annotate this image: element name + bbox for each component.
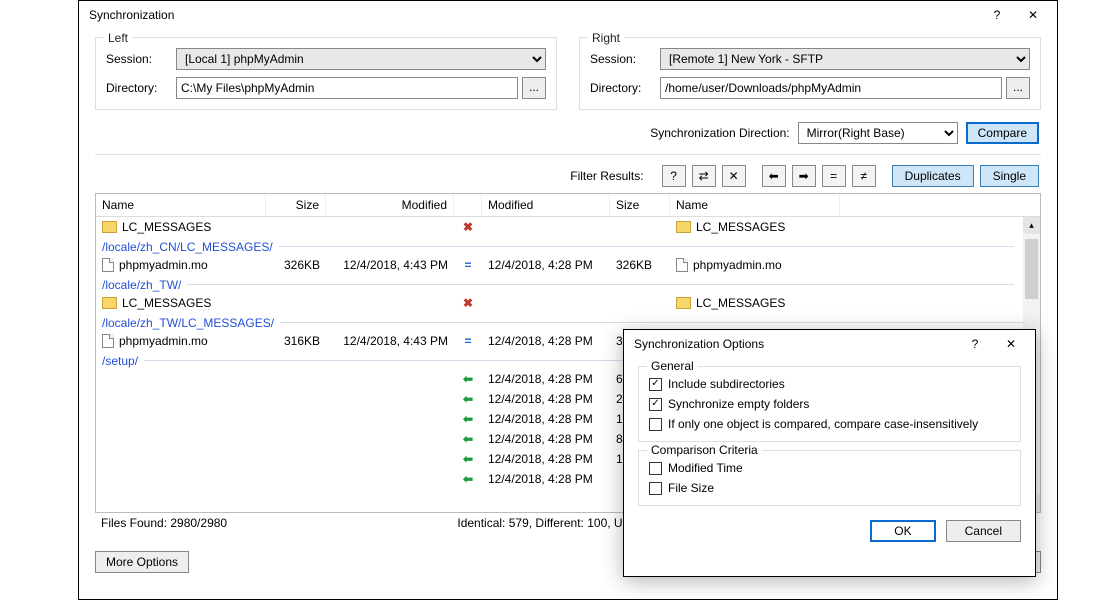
case-insensitive-label: If only one object is compared, compare … bbox=[668, 417, 978, 431]
file-icon bbox=[102, 258, 114, 272]
sync-direction-select[interactable]: Mirror(Right Base) bbox=[798, 122, 958, 144]
left-pane: Left Session: [Local 1] phpMyAdmin Direc… bbox=[95, 37, 557, 110]
case-insensitive-checkbox[interactable] bbox=[649, 418, 662, 431]
right-session-label: Session: bbox=[590, 52, 660, 66]
more-options-button[interactable]: More Options bbox=[95, 551, 189, 573]
sync-empty-checkbox[interactable]: ✓ bbox=[649, 398, 662, 411]
modified-time-label: Modified Time bbox=[668, 461, 743, 475]
result-row[interactable]: LC_MESSAGES✖LC_MESSAGES bbox=[96, 217, 1040, 237]
sync-empty-label: Synchronize empty folders bbox=[668, 397, 809, 411]
compare-button[interactable]: Compare bbox=[966, 122, 1039, 144]
action-icon: = bbox=[454, 258, 482, 272]
options-close-button[interactable]: ✕ bbox=[993, 330, 1029, 358]
separator bbox=[95, 154, 1041, 155]
right-session-select[interactable]: [Remote 1] New York - SFTP bbox=[660, 48, 1030, 70]
filter-left-icon[interactable]: ⬅ bbox=[762, 165, 786, 187]
action-icon: ✖ bbox=[454, 296, 482, 310]
right-directory-input[interactable] bbox=[660, 77, 1002, 99]
options-help-button[interactable]: ? bbox=[957, 330, 993, 358]
action-icon: ⬅ bbox=[454, 472, 482, 486]
action-icon: ⬅ bbox=[454, 452, 482, 466]
case-insensitive-row[interactable]: If only one object is compared, compare … bbox=[649, 417, 1010, 431]
left-session-select[interactable]: [Local 1] phpMyAdmin bbox=[176, 48, 546, 70]
general-legend: General bbox=[647, 359, 698, 373]
action-icon: ⬅ bbox=[454, 372, 482, 386]
dialog-title: Synchronization bbox=[85, 8, 979, 22]
col-modified-right[interactable]: Modified bbox=[482, 194, 610, 216]
col-action bbox=[454, 194, 482, 216]
action-icon: = bbox=[454, 334, 482, 348]
include-subdirs-row[interactable]: ✓ Include subdirectories bbox=[649, 377, 1010, 391]
filter-right-icon[interactable]: ➡ bbox=[792, 165, 816, 187]
action-icon: ✖ bbox=[454, 220, 482, 234]
folder-icon bbox=[102, 221, 117, 233]
close-button[interactable]: ✕ bbox=[1015, 1, 1051, 29]
right-legend: Right bbox=[588, 31, 624, 45]
filter-clear-icon[interactable]: ✕ bbox=[722, 165, 746, 187]
general-fieldset: General ✓ Include subdirectories ✓ Synch… bbox=[638, 366, 1021, 442]
action-icon: ⬅ bbox=[454, 412, 482, 426]
path-row[interactable]: /locale/zh_TW/˄ bbox=[96, 275, 1040, 293]
col-name-right[interactable]: Name bbox=[670, 194, 840, 216]
duplicates-toggle[interactable]: Duplicates bbox=[892, 165, 974, 187]
right-pane: Right Session: [Remote 1] New York - SFT… bbox=[579, 37, 1041, 110]
left-directory-label: Directory: bbox=[106, 81, 176, 95]
single-toggle[interactable]: Single bbox=[980, 165, 1039, 187]
filter-swap-icon[interactable]: ⇄ bbox=[692, 165, 716, 187]
sync-direction-row: Synchronization Direction: Mirror(Right … bbox=[95, 122, 1041, 144]
folder-icon bbox=[102, 297, 117, 309]
criteria-legend: Comparison Criteria bbox=[647, 443, 762, 457]
help-button[interactable]: ? bbox=[979, 1, 1015, 29]
scroll-thumb[interactable] bbox=[1025, 239, 1038, 299]
sync-empty-row[interactable]: ✓ Synchronize empty folders bbox=[649, 397, 1010, 411]
criteria-fieldset: Comparison Criteria Modified Time File S… bbox=[638, 450, 1021, 506]
left-browse-button[interactable]: ... bbox=[522, 77, 546, 99]
scroll-up-icon[interactable]: ▴ bbox=[1023, 217, 1040, 234]
ok-button[interactable]: OK bbox=[870, 520, 935, 542]
modified-time-row[interactable]: Modified Time bbox=[649, 461, 1010, 475]
col-size-right[interactable]: Size bbox=[610, 194, 670, 216]
include-subdirs-checkbox[interactable]: ✓ bbox=[649, 378, 662, 391]
folder-icon bbox=[676, 297, 691, 309]
left-directory-input[interactable] bbox=[176, 77, 518, 99]
folder-icon bbox=[676, 221, 691, 233]
right-directory-label: Directory: bbox=[590, 81, 660, 95]
column-headers: Name Size Modified Modified Size Name bbox=[96, 194, 1040, 217]
right-browse-button[interactable]: ... bbox=[1006, 77, 1030, 99]
cancel-button[interactable]: Cancel bbox=[946, 520, 1021, 542]
left-legend: Left bbox=[104, 31, 132, 45]
include-subdirs-label: Include subdirectories bbox=[668, 377, 785, 391]
filter-row: Filter Results: ? ⇄ ✕ ⬅ ➡ = ≠ Duplicates… bbox=[95, 165, 1041, 187]
options-title: Synchronization Options bbox=[630, 337, 957, 351]
file-icon bbox=[102, 334, 114, 348]
filter-label: Filter Results: bbox=[570, 169, 643, 183]
file-size-checkbox[interactable] bbox=[649, 482, 662, 495]
col-modified-left[interactable]: Modified bbox=[326, 194, 454, 216]
options-dialog: Synchronization Options ? ✕ General ✓ In… bbox=[623, 329, 1036, 577]
action-icon: ⬅ bbox=[454, 392, 482, 406]
titlebar: Synchronization ? ✕ bbox=[79, 1, 1057, 29]
col-size-left[interactable]: Size bbox=[266, 194, 326, 216]
col-name-left[interactable]: Name bbox=[96, 194, 266, 216]
result-row[interactable]: LC_MESSAGES✖LC_MESSAGES bbox=[96, 293, 1040, 313]
file-size-label: File Size bbox=[668, 481, 714, 495]
action-icon: ⬅ bbox=[454, 432, 482, 446]
filter-help-icon[interactable]: ? bbox=[662, 165, 686, 187]
file-icon bbox=[676, 258, 688, 272]
options-footer: OK Cancel bbox=[624, 514, 1035, 552]
options-titlebar: Synchronization Options ? ✕ bbox=[624, 330, 1035, 358]
result-row[interactable]: phpmyadmin.mo326KB12/4/2018, 4:43 PM=12/… bbox=[96, 255, 1040, 275]
session-panes: Left Session: [Local 1] phpMyAdmin Direc… bbox=[95, 37, 1041, 110]
left-session-label: Session: bbox=[106, 52, 176, 66]
status-files-found: Files Found: 2980/2980 bbox=[101, 516, 412, 530]
sync-direction-label: Synchronization Direction: bbox=[650, 126, 789, 140]
file-size-row[interactable]: File Size bbox=[649, 481, 1010, 495]
filter-notequal-icon[interactable]: ≠ bbox=[852, 165, 876, 187]
modified-time-checkbox[interactable] bbox=[649, 462, 662, 475]
path-row[interactable]: /locale/zh_CN/LC_MESSAGES/˄ bbox=[96, 237, 1040, 255]
filter-equal-icon[interactable]: = bbox=[822, 165, 846, 187]
